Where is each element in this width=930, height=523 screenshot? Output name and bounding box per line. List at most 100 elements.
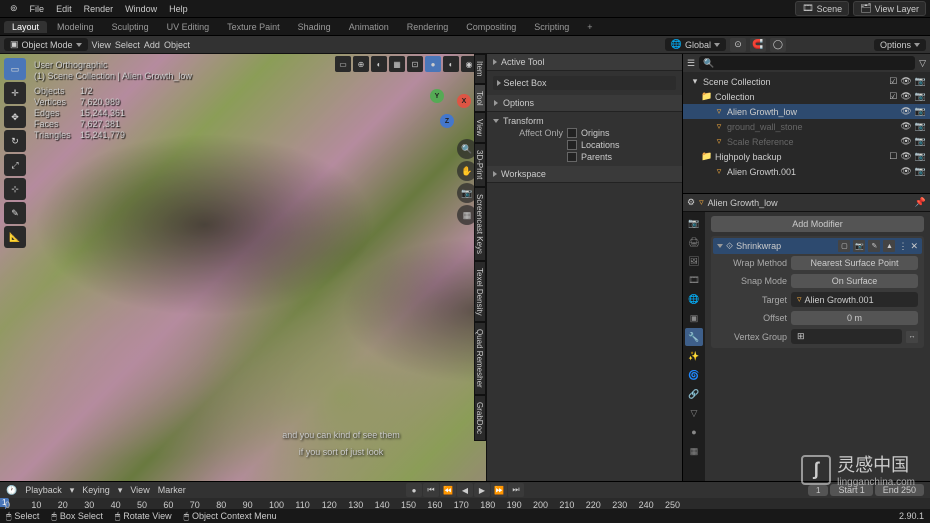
- tree-row[interactable]: 📁Highpoly backup☐👁📷: [683, 149, 930, 164]
- ntab-tool[interactable]: Tool: [474, 84, 486, 113]
- tree-row[interactable]: ▾Scene Collection☑👁📷: [683, 74, 930, 89]
- ntab-quad[interactable]: Quad Remesher: [474, 322, 486, 395]
- tool-annotate[interactable]: ✎: [4, 202, 26, 224]
- vp-menu-select[interactable]: Select: [115, 40, 140, 50]
- render-icon[interactable]: 📷: [915, 121, 926, 132]
- ptab-output[interactable]: 🖨: [685, 233, 703, 251]
- eye-icon[interactable]: 👁: [900, 136, 911, 147]
- tab-scripting[interactable]: Scripting: [526, 21, 577, 33]
- outliner-filter-icon[interactable]: ▽: [919, 58, 926, 69]
- ntab-grabdoc[interactable]: GrabDoc: [474, 395, 486, 441]
- tl-play-icon[interactable]: ▶: [474, 483, 490, 497]
- tl-menu-view[interactable]: View: [130, 485, 149, 495]
- np-workspace-header[interactable]: Workspace: [487, 166, 682, 183]
- tl-play-rev-icon[interactable]: ◀: [457, 483, 473, 497]
- pin-icon[interactable]: 📌: [915, 197, 926, 208]
- tool-rotate[interactable]: ↻: [4, 130, 26, 152]
- tool-cursor[interactable]: ✛: [4, 82, 26, 104]
- snap-mode-select[interactable]: On Surface: [791, 274, 918, 288]
- tool-scale[interactable]: ⤢: [4, 154, 26, 176]
- render-icon[interactable]: 📷: [915, 91, 926, 102]
- nav-gizmo[interactable]: X Y Z: [422, 84, 472, 134]
- ptab-mesh[interactable]: ▽: [685, 404, 703, 422]
- menu-window[interactable]: Window: [119, 4, 163, 14]
- ptab-texture[interactable]: ▦: [685, 442, 703, 460]
- mod-delete-icon[interactable]: ✕: [910, 241, 918, 252]
- vgroup-invert-icon[interactable]: ↔: [906, 331, 918, 343]
- mod-edit-icon[interactable]: ✎: [868, 240, 880, 252]
- wrap-method-select[interactable]: Nearest Surface Point: [791, 256, 918, 270]
- select-mode-icon[interactable]: ▭: [335, 56, 351, 72]
- tool-select-box[interactable]: ▭: [4, 58, 26, 80]
- vp-menu-view[interactable]: View: [92, 40, 111, 50]
- vgroup-select[interactable]: ⊞: [791, 329, 902, 344]
- tab-modeling[interactable]: Modeling: [49, 21, 102, 33]
- tab-animation[interactable]: Animation: [341, 21, 397, 33]
- viewlayer-selector[interactable]: 🗂View Layer: [853, 1, 926, 16]
- options-dropdown[interactable]: Options: [874, 39, 926, 51]
- tl-autokey-icon[interactable]: ●: [406, 483, 422, 497]
- axis-z[interactable]: Z: [440, 114, 454, 128]
- tl-jump-end-icon[interactable]: ⏭: [508, 483, 524, 497]
- breadcrumb-object[interactable]: Alien Growth_low: [708, 198, 778, 208]
- mod-realtime-icon[interactable]: ▢: [838, 240, 850, 252]
- render-icon[interactable]: 📷: [915, 106, 926, 117]
- ptab-world[interactable]: 🌐: [685, 290, 703, 308]
- ptab-viewlayer[interactable]: 🖼: [685, 252, 703, 270]
- tab-uv[interactable]: UV Editing: [159, 21, 218, 33]
- tab-add[interactable]: +: [579, 21, 600, 33]
- tab-shading[interactable]: Shading: [290, 21, 339, 33]
- eye-icon[interactable]: 👁: [900, 91, 911, 102]
- eye-icon[interactable]: 👁: [900, 151, 911, 162]
- tree-row[interactable]: ▿Scale Reference👁📷: [683, 134, 930, 149]
- ptab-particles[interactable]: ✨: [685, 347, 703, 365]
- mod-render-icon[interactable]: 📷: [853, 240, 865, 252]
- tree-row[interactable]: 📁Collection☑👁📷: [683, 89, 930, 104]
- menu-render[interactable]: Render: [78, 4, 120, 14]
- menu-file[interactable]: File: [24, 4, 51, 14]
- outliner-search[interactable]: 🔍: [699, 56, 915, 70]
- eye-icon[interactable]: 👁: [900, 76, 911, 87]
- vp-menu-add[interactable]: Add: [144, 40, 160, 50]
- ntab-screencast[interactable]: Screencast Keys: [474, 187, 486, 261]
- eye-icon[interactable]: 👁: [900, 166, 911, 177]
- ptab-physics[interactable]: 🌀: [685, 366, 703, 384]
- ptab-scene[interactable]: 🎞: [685, 271, 703, 289]
- np-options-header[interactable]: Options: [487, 95, 682, 112]
- exclude-icon[interactable]: ☑: [889, 76, 897, 87]
- gizmo-toggle-icon[interactable]: ⊕: [353, 56, 369, 72]
- tree-row[interactable]: ▿Alien Growth.001👁📷: [683, 164, 930, 179]
- shading-wire-icon[interactable]: ⊡: [407, 56, 423, 72]
- ptab-object[interactable]: ▣: [685, 309, 703, 327]
- render-icon[interactable]: 📷: [915, 166, 926, 177]
- offset-input[interactable]: 0 m: [791, 311, 918, 325]
- chk-parents[interactable]: [567, 152, 577, 162]
- ntab-3dprint[interactable]: 3D-Print: [474, 143, 486, 186]
- exclude-icon[interactable]: ☑: [889, 91, 897, 102]
- ptab-render[interactable]: 📷: [685, 214, 703, 232]
- shading-solid-icon[interactable]: ●: [425, 56, 441, 72]
- render-icon[interactable]: 📷: [915, 136, 926, 147]
- xray-icon[interactable]: ▦: [389, 56, 405, 72]
- ptab-constraints[interactable]: 🔗: [685, 385, 703, 403]
- tab-texture[interactable]: Texture Paint: [219, 21, 288, 33]
- np-transform-header[interactable]: Transform: [493, 115, 676, 127]
- ptab-material[interactable]: ●: [685, 423, 703, 441]
- chk-locations[interactable]: [567, 140, 577, 150]
- axis-x[interactable]: X: [457, 94, 471, 108]
- blender-icon[interactable]: ⊚: [4, 3, 24, 14]
- shading-material-icon[interactable]: ◐: [443, 56, 459, 72]
- orientation-selector[interactable]: 🌐Global: [665, 38, 726, 51]
- ntab-view[interactable]: View: [474, 112, 486, 143]
- mode-selector[interactable]: ▣Object Mode: [4, 38, 88, 51]
- np-active-tool-header[interactable]: Active Tool: [487, 54, 682, 71]
- modifier-name[interactable]: Shrinkwrap: [736, 241, 781, 251]
- timeline-editor-icon[interactable]: 🕐: [6, 485, 17, 496]
- props-editor-icon[interactable]: ⚙: [687, 197, 695, 208]
- target-select[interactable]: ▿Alien Growth.001: [791, 292, 918, 307]
- tl-jump-next-icon[interactable]: ⏩: [491, 483, 507, 497]
- tool-transform[interactable]: ⊹: [4, 178, 26, 200]
- mod-cage-icon[interactable]: ▲: [883, 240, 895, 252]
- ntab-texel[interactable]: Texel Density: [474, 261, 486, 323]
- menu-edit[interactable]: Edit: [50, 4, 78, 14]
